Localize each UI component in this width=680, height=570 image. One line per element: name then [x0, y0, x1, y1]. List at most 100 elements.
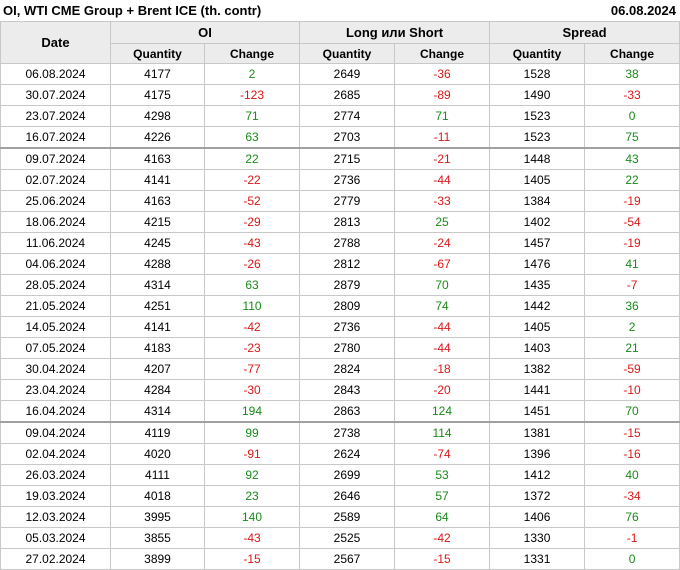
cell-date: 14.05.2024 [0, 316, 111, 338]
cell-oi-change: -23 [203, 337, 301, 359]
cell-ls-quantity: 2736 [299, 169, 396, 191]
table-row: 16.04.2024 4314 194 2863 124 1451 70 [0, 400, 680, 423]
cell-oi-quantity: 3855 [110, 527, 205, 549]
header-row-groups: Date OI Long или Short Spread [0, 21, 680, 64]
cell-oi-change: -43 [203, 232, 301, 254]
cell-ls-quantity: 2589 [299, 506, 396, 528]
cell-spread-change: -16 [584, 443, 680, 465]
cell-oi-change: -29 [203, 211, 301, 233]
table-row: 02.04.2024 4020 -91 2624 -74 1396 -16 [0, 443, 680, 465]
table-row: 23.04.2024 4284 -30 2843 -20 1441 -10 [0, 379, 680, 401]
cell-date: 09.07.2024 [0, 147, 111, 170]
cell-oi-quantity: 4251 [110, 295, 205, 317]
col-ls-quantity: Quantity [299, 43, 396, 64]
cell-ls-change: -44 [394, 316, 491, 338]
report-header: OI, WTI CME Group + Brent ICE (th. contr… [0, 0, 680, 21]
cell-spread-change: -33 [584, 84, 680, 106]
cell-oi-change: -52 [203, 190, 301, 212]
table-row: 25.06.2024 4163 -52 2779 -33 1384 -19 [0, 190, 680, 212]
cell-ls-quantity: 2863 [299, 400, 396, 423]
cell-spread-quantity: 1406 [489, 506, 586, 528]
cell-spread-quantity: 1412 [489, 464, 586, 486]
cell-ls-change: -44 [394, 337, 491, 359]
cell-oi-quantity: 4314 [110, 400, 205, 423]
table-body: 06.08.2024 4177 2 2649 -36 1528 38 30.07.2024 41… [0, 63, 680, 570]
col-oi-quantity: Quantity [110, 43, 205, 64]
report-title: OI, WTI CME Group + Brent ICE (th. contr… [3, 3, 262, 18]
cell-spread-change: -15 [584, 421, 680, 444]
cell-date: 02.07.2024 [0, 169, 111, 191]
cell-oi-change: 92 [203, 464, 301, 486]
cell-spread-change: 40 [584, 464, 680, 486]
cell-oi-change: 22 [203, 147, 301, 170]
col-group-spread: Spread [489, 21, 680, 44]
cell-ls-quantity: 2824 [299, 358, 396, 380]
cell-spread-change: -59 [584, 358, 680, 380]
table-row: 04.06.2024 4288 -26 2812 -67 1476 41 [0, 253, 680, 275]
cell-spread-change: -34 [584, 485, 680, 507]
cell-ls-change: 114 [394, 421, 491, 444]
cell-oi-quantity: 4183 [110, 337, 205, 359]
cell-spread-quantity: 1402 [489, 211, 586, 233]
cell-ls-change: -89 [394, 84, 491, 106]
table-row: 11.06.2024 4245 -43 2788 -24 1457 -19 [0, 232, 680, 254]
cell-oi-change: -22 [203, 169, 301, 191]
cell-oi-change: 194 [203, 400, 301, 423]
cell-oi-quantity: 4175 [110, 84, 205, 106]
cell-spread-quantity: 1523 [489, 126, 586, 149]
cell-ls-quantity: 2646 [299, 485, 396, 507]
cell-ls-change: 53 [394, 464, 491, 486]
cell-date: 16.04.2024 [0, 400, 111, 423]
cell-date: 28.05.2024 [0, 274, 111, 296]
table-row: 14.05.2024 4141 -42 2736 -44 1405 2 [0, 316, 680, 338]
cell-oi-quantity: 4018 [110, 485, 205, 507]
cell-date: 21.05.2024 [0, 295, 111, 317]
cell-spread-change: 38 [584, 63, 680, 85]
cell-spread-change: -19 [584, 232, 680, 254]
cell-ls-change: -33 [394, 190, 491, 212]
cell-oi-change: 71 [203, 105, 301, 127]
cell-ls-quantity: 2738 [299, 421, 396, 444]
cell-ls-change: 74 [394, 295, 491, 317]
col-spread-change: Change [584, 43, 680, 64]
cell-ls-change: -18 [394, 358, 491, 380]
cell-date: 19.03.2024 [0, 485, 111, 507]
cell-date: 26.03.2024 [0, 464, 111, 486]
cell-date: 25.06.2024 [0, 190, 111, 212]
cell-spread-change: 0 [584, 548, 680, 570]
cell-date: 30.07.2024 [0, 84, 111, 106]
cell-oi-change: 110 [203, 295, 301, 317]
cell-spread-change: -19 [584, 190, 680, 212]
cell-date: 05.03.2024 [0, 527, 111, 549]
cell-spread-change: 70 [584, 400, 680, 423]
cell-oi-quantity: 4298 [110, 105, 205, 127]
cell-oi-quantity: 3899 [110, 548, 205, 570]
cell-oi-change: 2 [203, 63, 301, 85]
cell-oi-change: 99 [203, 421, 301, 444]
cell-oi-quantity: 4207 [110, 358, 205, 380]
col-ls-change: Change [394, 43, 491, 64]
cell-date: 11.06.2024 [0, 232, 111, 254]
table-row: 19.03.2024 4018 23 2646 57 1372 -34 [0, 485, 680, 507]
cell-oi-quantity: 4163 [110, 147, 205, 170]
cell-spread-quantity: 1403 [489, 337, 586, 359]
cell-spread-change: 76 [584, 506, 680, 528]
cell-spread-quantity: 1476 [489, 253, 586, 275]
cell-spread-quantity: 1330 [489, 527, 586, 549]
cell-spread-change: 43 [584, 147, 680, 170]
cell-ls-change: 25 [394, 211, 491, 233]
cell-oi-quantity: 4314 [110, 274, 205, 296]
cell-spread-quantity: 1396 [489, 443, 586, 465]
cell-spread-quantity: 1451 [489, 400, 586, 423]
col-group-oi: OI [109, 21, 301, 44]
cell-oi-quantity: 4245 [110, 232, 205, 254]
table-row: 09.07.2024 4163 22 2715 -21 1448 43 [0, 147, 680, 170]
cell-spread-quantity: 1405 [489, 316, 586, 338]
cell-spread-change: -1 [584, 527, 680, 549]
cell-spread-change: 21 [584, 337, 680, 359]
cell-ls-change: -74 [394, 443, 491, 465]
cell-ls-change: -21 [394, 147, 491, 170]
cell-spread-quantity: 1372 [489, 485, 586, 507]
cell-ls-quantity: 2774 [299, 105, 396, 127]
cell-ls-change: 70 [394, 274, 491, 296]
